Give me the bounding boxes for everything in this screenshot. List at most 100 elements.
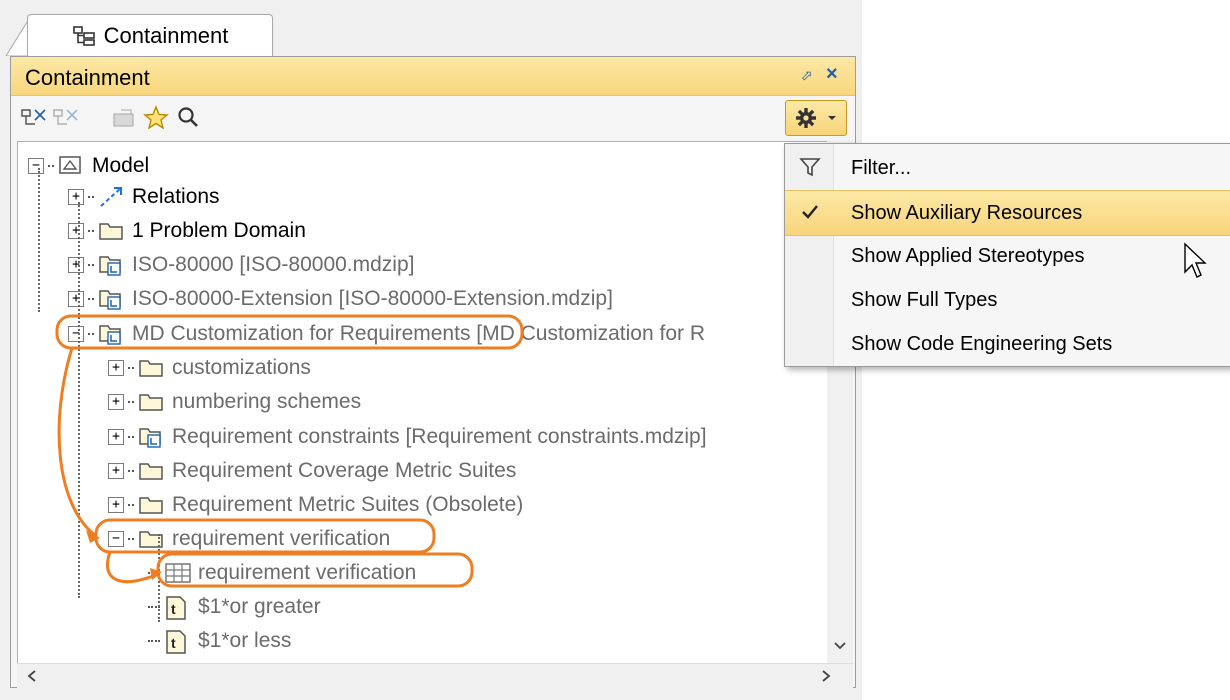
- tree-connector: [128, 538, 134, 540]
- tree-node[interactable]: + Relations: [68, 180, 220, 214]
- menu-item[interactable]: Show Code Engineering Sets: [785, 322, 1230, 366]
- expand-toggle-icon[interactable]: +: [68, 257, 84, 273]
- tree-node-label: Requirement Coverage Metric Suites: [172, 459, 517, 482]
- tree-connector: [88, 230, 94, 232]
- tree-node[interactable]: − Model: [28, 149, 149, 183]
- panel-title: Containment: [25, 65, 150, 90]
- folder-icon: [138, 356, 164, 380]
- tree-connector: [128, 470, 134, 472]
- containment-panel: Containment ⬀ × − Model + Relations + 1 …: [10, 56, 856, 688]
- tree-connector: [48, 165, 54, 167]
- scroll-down-icon[interactable]: [834, 641, 846, 651]
- tree-node-label: requirement verification: [172, 527, 391, 550]
- folder-icon: [98, 219, 124, 243]
- menu-item[interactable]: Filter...: [785, 146, 1230, 190]
- chevron-down-icon: [828, 116, 836, 120]
- svg-text:t: t: [171, 601, 176, 617]
- options-gear-button[interactable]: [785, 100, 847, 136]
- tree-node-label: customizations: [172, 356, 311, 379]
- text-file-icon: t: [164, 595, 190, 620]
- menu-item-label: Filter...: [851, 156, 912, 179]
- tree-connector: [128, 436, 134, 438]
- menu-item[interactable]: Show Auxiliary Resources: [785, 190, 1230, 236]
- tree-connector: [128, 401, 134, 403]
- tree-node-label: numbering schemes: [172, 390, 362, 413]
- shared-package-icon: [138, 425, 164, 449]
- folder-icon: [138, 459, 164, 483]
- tree-node-label: $1*or greater: [198, 595, 321, 618]
- tree-node[interactable]: + numbering schemes: [108, 385, 361, 419]
- star-icon[interactable]: [141, 102, 171, 132]
- tree-node[interactable]: + customizations: [108, 351, 311, 385]
- tree-node[interactable]: + ISO-80000 [ISO-80000.mdzip]: [68, 248, 415, 282]
- relations-icon: [98, 185, 124, 209]
- tree-node[interactable]: − MD Customization for Requirements [MD C…: [68, 317, 705, 351]
- model-icon: [58, 154, 84, 178]
- expand-toggle-icon[interactable]: +: [108, 394, 124, 410]
- containment-tab-icon: [72, 26, 95, 46]
- collapse-toggle-icon[interactable]: −: [28, 158, 44, 174]
- text-file-icon: t: [164, 629, 190, 654]
- tree-node[interactable]: +1 Problem Domain: [68, 214, 306, 248]
- tree-connector: [88, 196, 94, 198]
- tree-connector: [148, 640, 160, 642]
- tree-node[interactable]: + ISO-80000-Extension [ISO-80000-Extensio…: [68, 282, 613, 316]
- tree-guide-line: [78, 202, 80, 598]
- collapse-toggle-icon[interactable]: −: [108, 531, 124, 547]
- svg-text:t: t: [171, 635, 176, 651]
- menu-item[interactable]: Show Full Types: [785, 278, 1230, 322]
- panel-header: Containment ⬀ ×: [11, 57, 855, 96]
- shared-package-icon: [98, 322, 124, 346]
- options-menu: Filter... Show Auxiliary Resources Show Ap…: [784, 143, 1230, 367]
- tree-node[interactable]: + Requirement Metric Suites (Obsolete): [108, 488, 523, 522]
- tree-node-label: MD Customization for Requirements [MD Cu…: [132, 322, 706, 345]
- expand-toggle-icon[interactable]: +: [68, 291, 84, 307]
- tree-node-label: ISO-80000-Extension [ISO-80000-Extension…: [132, 287, 613, 310]
- tree-node[interactable]: requirement verification: [148, 556, 416, 590]
- shared-package-icon: [98, 253, 124, 277]
- scroll-left-icon[interactable]: [27, 670, 37, 682]
- tree-node[interactable]: t $1*or less: [148, 624, 291, 658]
- menu-item-label: Show Auxiliary Resources: [851, 201, 1083, 224]
- horizontal-scrollbar[interactable]: [17, 663, 853, 688]
- expand-toggle-icon[interactable]: +: [108, 360, 124, 376]
- folder-icon: [138, 390, 164, 414]
- tab-containment[interactable]: Containment: [27, 14, 273, 57]
- tree-node-label: $1*or less: [198, 629, 292, 652]
- containment-tree[interactable]: − Model + Relations +1 Problem Domain + ISO-80…: [17, 141, 829, 665]
- tree-node[interactable]: − requirement verification: [108, 522, 390, 556]
- tab-label: Containment: [103, 23, 229, 48]
- menu-item-label: Show Applied Stereotypes: [851, 244, 1085, 267]
- search-icon[interactable]: [173, 102, 203, 132]
- expand-toggle-icon[interactable]: +: [108, 497, 124, 513]
- tree-node[interactable]: + Requirement Coverage Metric Suites: [108, 454, 516, 488]
- expand-toggle-icon[interactable]: +: [68, 223, 84, 239]
- tree-node-label: Relations: [132, 185, 220, 208]
- expand-all-icon: [51, 102, 81, 132]
- close-icon[interactable]: ×: [826, 63, 838, 86]
- expand-toggle-icon[interactable]: +: [108, 429, 124, 445]
- menu-item-label: Show Code Engineering Sets: [851, 332, 1113, 355]
- toolbar: [11, 96, 855, 140]
- folder-icon: [138, 493, 164, 517]
- shared-package-icon: [98, 287, 124, 311]
- menu-item[interactable]: Show Applied Stereotypes: [785, 234, 1230, 278]
- tree-connector: [88, 333, 94, 335]
- containment-window: Containment Containment ⬀ × − Model + Re…: [0, 0, 862, 700]
- expand-toggle-icon[interactable]: +: [68, 189, 84, 205]
- tree-node[interactable]: t $1*or greater: [148, 590, 321, 624]
- filter-icon: [799, 156, 821, 184]
- scroll-right-icon[interactable]: [821, 670, 831, 682]
- folder-icon: [138, 527, 164, 551]
- tree-node-label: Requirement Metric Suites (Obsolete): [172, 493, 524, 516]
- checkmark-icon: [801, 203, 819, 227]
- collapse-all-icon[interactable]: [19, 102, 49, 132]
- tree-node-label: requirement verification: [198, 561, 417, 584]
- tree-node[interactable]: + Requirement constraints [Requirement co…: [108, 420, 707, 454]
- restore-icon[interactable]: ⬀: [801, 67, 813, 84]
- expand-toggle-icon[interactable]: +: [108, 463, 124, 479]
- tree-connector: [88, 264, 94, 266]
- collapse-toggle-icon[interactable]: −: [68, 326, 84, 342]
- tree-node-label: Requirement constraints [Requirement con…: [172, 425, 707, 448]
- table-icon: [164, 561, 191, 585]
